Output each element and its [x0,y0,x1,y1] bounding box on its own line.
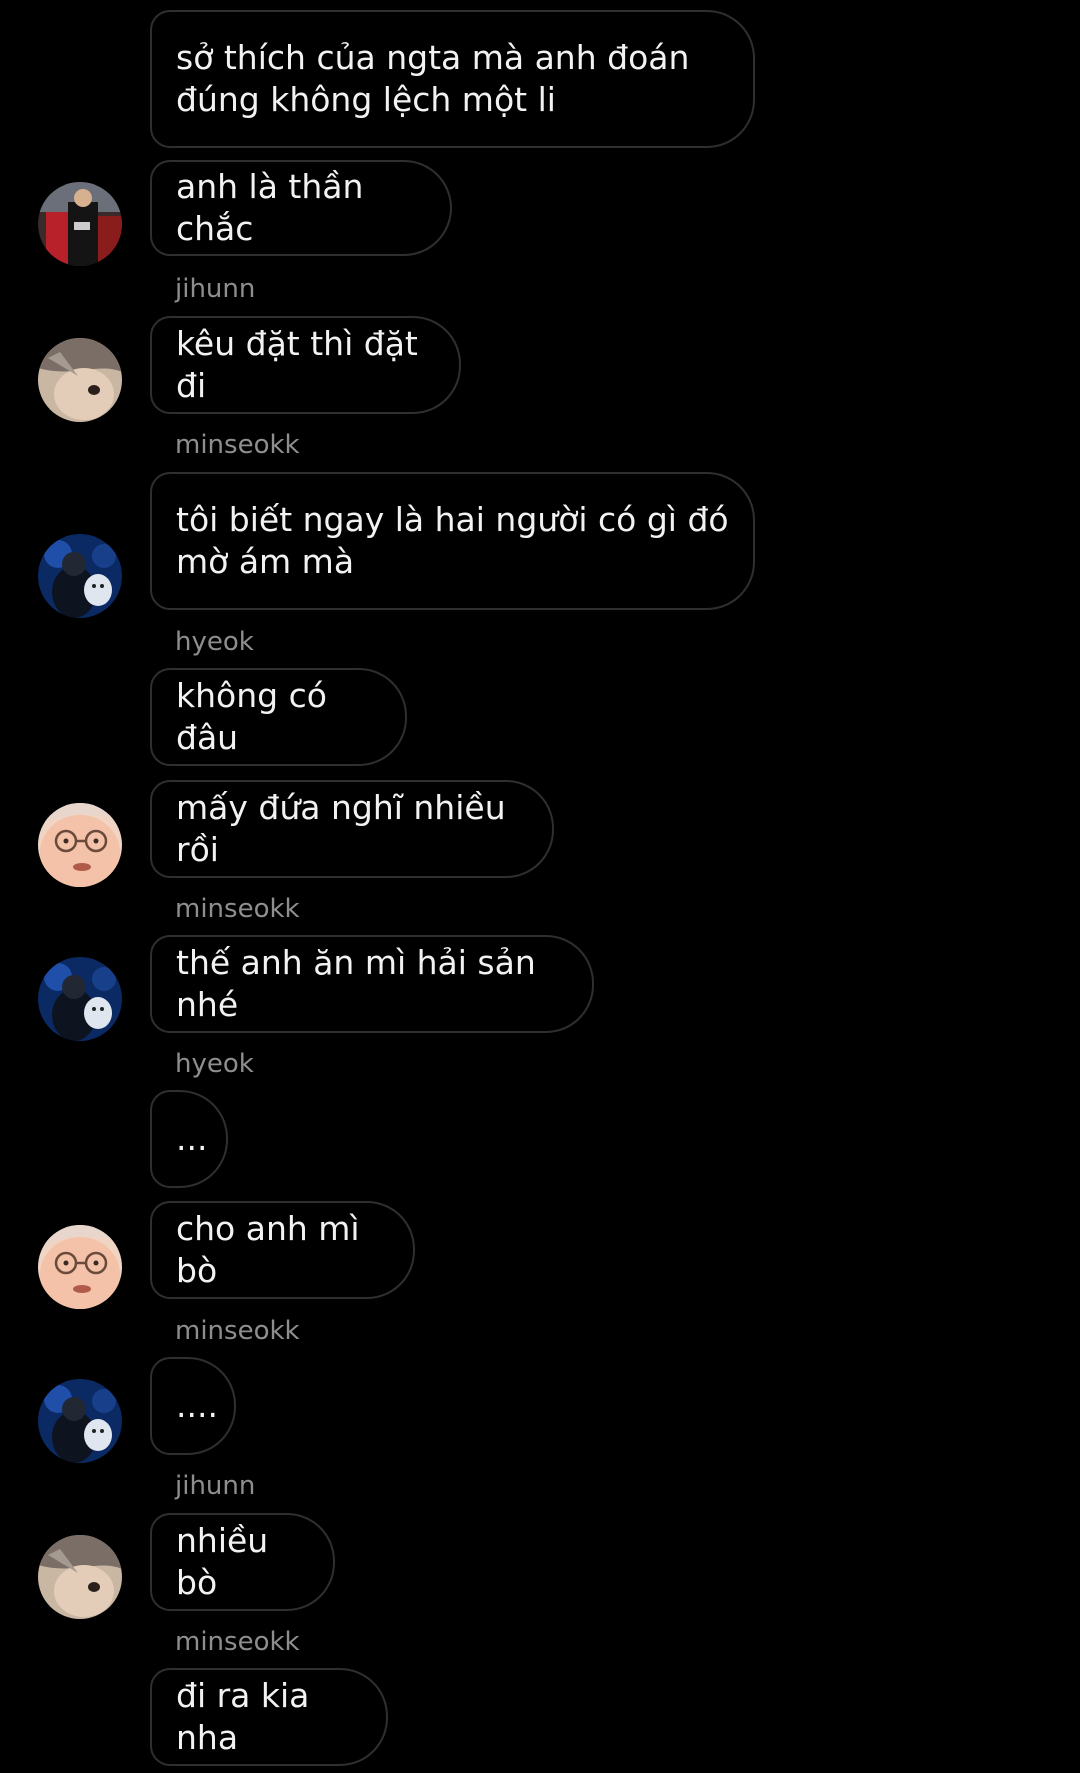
user-avatar-minseokk[interactable] [38,534,122,618]
chat-thread[interactable]: sở thích của ngta mà anh đoán đúng không… [0,0,1080,1773]
message-text: anh là thần chắc [176,167,374,248]
message-bubble[interactable]: cho anh mì bò [150,1201,415,1299]
message-bubble[interactable]: nhiều bò [150,1513,335,1611]
sender-name: hyeok [175,1049,254,1079]
user-avatar-minseokk[interactable] [38,957,122,1041]
sender-name: minseokk [175,430,300,460]
message-bubble[interactable]: tôi biết ngay là hai người có gì đó mờ á… [150,472,755,610]
message-text: cho anh mì bò [176,1209,371,1290]
message-text: kêu đặt thì đặt đi [176,324,429,405]
message-text: mấy đứa nghĩ nhiều rồi [176,788,517,869]
message-bubble[interactable]: ... [150,1090,228,1188]
message-text: sở thích của ngta mà anh đoán đúng không… [176,38,690,119]
message-bubble[interactable]: không có đâu [150,668,407,766]
message-text: ... [176,1119,208,1158]
user-avatar-jihunn[interactable] [38,338,122,422]
sender-name: minseokk [175,894,300,924]
message-text: đi ra kia nha [176,1676,320,1757]
user-avatar-minseokk[interactable] [38,1379,122,1463]
message-bubble[interactable]: đi ra kia nha [150,1668,388,1766]
message-bubble[interactable]: .... [150,1357,236,1455]
sender-name: jihunn [175,274,256,304]
sender-name: hyeok [175,627,254,657]
message-bubble[interactable]: sở thích của ngta mà anh đoán đúng không… [150,10,755,148]
user-avatar-jihunn[interactable] [38,1535,122,1619]
sender-name: jihunn [175,1471,256,1501]
message-text: tôi biết ngay là hai người có gì đó mờ á… [176,500,729,581]
message-bubble[interactable]: thế anh ăn mì hải sản nhé [150,935,594,1033]
sender-name: minseokk [175,1316,300,1346]
message-text: thế anh ăn mì hải sản nhé [176,943,547,1024]
user-avatar-hyeok[interactable] [38,1225,122,1309]
message-bubble[interactable]: mấy đứa nghĩ nhiều rồi [150,780,554,878]
message-text: không có đâu [176,676,338,757]
message-text: .... [176,1386,218,1425]
message-text: nhiều bò [176,1521,279,1602]
message-bubble[interactable]: anh là thần chắc [150,160,452,256]
user-avatar-hyeok[interactable] [38,803,122,887]
user-avatar-red-shirt[interactable] [38,182,122,266]
sender-name: minseokk [175,1627,300,1657]
message-bubble[interactable]: kêu đặt thì đặt đi [150,316,461,414]
